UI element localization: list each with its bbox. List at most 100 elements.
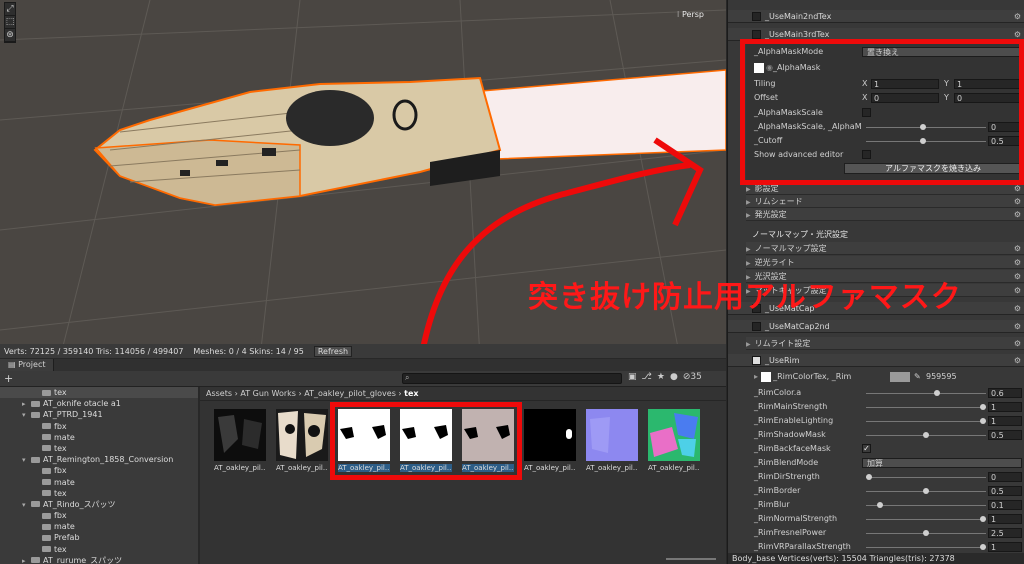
slider-knob[interactable] xyxy=(980,404,986,410)
rim-property-slider[interactable] xyxy=(866,407,986,408)
folder-tree[interactable]: tex ▸ AT_oknife otacle a1 ▾ AT_PTRD_1941 fbx m… xyxy=(0,387,198,564)
label-filter-icon[interactable]: ⎇ xyxy=(642,372,652,382)
tree-item[interactable]: tex xyxy=(0,387,198,399)
rect-tool-icon[interactable]: ⬚ xyxy=(5,16,15,29)
tree-item[interactable]: tex xyxy=(0,488,198,499)
tree-item[interactable]: ▸ AT_oknife otacle a1 xyxy=(0,398,198,409)
rim-property-value[interactable]: 0.6 xyxy=(988,388,1022,398)
tree-item[interactable]: mate xyxy=(0,477,198,488)
favorite-icon[interactable]: ★ xyxy=(657,372,665,382)
eyedropper-icon[interactable]: ✎ xyxy=(914,370,921,384)
slider-knob[interactable] xyxy=(980,544,986,550)
texture-thumbnail[interactable]: AT_oakley_pil... xyxy=(524,409,576,472)
rim-property-value[interactable]: 0 xyxy=(988,472,1022,482)
texture-thumbnail[interactable]: AT_oakley_pil... xyxy=(276,409,328,472)
breadcrumb-gunworks[interactable]: AT Gun Works xyxy=(240,389,296,398)
checkbox[interactable] xyxy=(752,12,761,21)
checkbox[interactable] xyxy=(752,30,761,39)
fold-rimshade[interactable]: リムシェード ⚙ xyxy=(746,195,1024,208)
rim-property-slider[interactable] xyxy=(866,477,986,478)
rim-property-slider[interactable] xyxy=(866,519,986,520)
move-tool-icon[interactable]: ⤢ xyxy=(5,3,15,16)
breadcrumb-tex[interactable]: tex xyxy=(404,389,418,398)
breadcrumb-gloves[interactable]: AT_oakley_pilot_gloves xyxy=(304,389,396,398)
search-input[interactable] xyxy=(402,373,622,384)
tree-item[interactable]: fbx xyxy=(0,421,198,432)
texture-thumbnail[interactable]: AT_oakley_pil... xyxy=(586,409,638,472)
fold-emission[interactable]: 発光設定 ⚙ xyxy=(746,208,1024,221)
fold-normalmap[interactable]: ノーマルマップ設定 ⚙ xyxy=(746,242,1024,255)
gear-icon[interactable]: ⚙ xyxy=(1014,354,1021,367)
rim-property-value[interactable]: 1 xyxy=(988,514,1022,524)
rim-property-value[interactable]: 2.5 xyxy=(988,528,1022,538)
persp-label[interactable]: ⁝ Persp xyxy=(677,10,704,19)
slider-knob[interactable] xyxy=(980,516,986,522)
rim-property-slider[interactable] xyxy=(866,393,986,394)
rim-property-value[interactable]: 0.5 xyxy=(988,486,1022,496)
refresh-button[interactable]: Refresh xyxy=(313,345,353,357)
expand-arrow-icon[interactable]: ▾ xyxy=(22,410,31,421)
slider-knob[interactable] xyxy=(980,418,986,424)
expand-arrow-icon[interactable]: ▾ xyxy=(22,455,31,466)
slider-knob[interactable] xyxy=(877,502,884,508)
header-usemain2ndtex[interactable]: _UseMain2ndTex ⚙ xyxy=(728,10,1024,23)
fold-backlight[interactable]: 逆光ライト ⚙ xyxy=(746,256,1024,269)
checkbox-checked[interactable] xyxy=(752,356,761,365)
tree-item[interactable]: tex xyxy=(0,544,198,555)
rim-property-checkbox[interactable]: ✓ xyxy=(862,444,871,453)
rim-property-slider[interactable] xyxy=(866,547,986,548)
gear-icon[interactable]: ⚙ xyxy=(1014,208,1021,221)
rim-property-value[interactable]: 1 xyxy=(988,402,1022,412)
rim-property-dropdown[interactable]: 加算 xyxy=(862,458,1022,468)
rim-property-value[interactable]: 0.1 xyxy=(988,500,1022,510)
tree-item[interactable]: ▾ AT_Remington_1858_Conversion xyxy=(0,454,198,465)
tree-item[interactable]: Prefab xyxy=(0,532,198,543)
slider-knob[interactable] xyxy=(923,530,929,536)
expand-arrow-icon[interactable]: ▾ xyxy=(22,500,31,511)
thumbnail-size-slider[interactable] xyxy=(666,558,716,560)
transform-tool-icon[interactable]: ⊛ xyxy=(5,29,15,42)
color-swatch[interactable] xyxy=(890,372,910,382)
expand-arrow-icon[interactable]: ▸ xyxy=(22,556,31,564)
texture-thumbnail[interactable]: AT_oakley_pil... xyxy=(214,409,266,472)
tree-item[interactable]: mate xyxy=(0,432,198,443)
tree-item[interactable]: ▸ AT_rurume_スパッツ xyxy=(0,555,198,564)
gear-icon[interactable]: ⚙ xyxy=(1014,195,1021,208)
rim-property-value[interactable]: 0.5 xyxy=(988,430,1022,440)
tree-item[interactable]: mate xyxy=(0,521,198,532)
slider-knob[interactable] xyxy=(934,390,941,396)
checkbox[interactable] xyxy=(752,322,761,331)
rim-property-slider[interactable] xyxy=(866,421,986,422)
info-icon[interactable]: ● xyxy=(670,372,678,382)
tree-item[interactable]: ▾ AT_Rindo_スパッツ xyxy=(0,499,198,510)
gear-icon[interactable]: ⚙ xyxy=(1014,302,1021,315)
slider-knob[interactable] xyxy=(923,488,929,494)
header-usematcap2nd[interactable]: _UseMatCap2nd ⚙ xyxy=(728,320,1024,333)
tab-project[interactable]: ▤ Project xyxy=(0,359,55,371)
gear-icon[interactable]: ⚙ xyxy=(1014,10,1021,23)
breadcrumb-assets[interactable]: Assets xyxy=(206,389,232,398)
slider-knob[interactable] xyxy=(923,432,929,438)
hidden-count-icon[interactable]: ⊘35 xyxy=(683,372,702,382)
rim-property-value[interactable]: 1 xyxy=(988,416,1022,426)
tree-item[interactable]: tex xyxy=(0,443,198,454)
tree-item[interactable]: fbx xyxy=(0,465,198,476)
rim-property-slider[interactable] xyxy=(866,505,986,506)
texture-slot-icon[interactable] xyxy=(760,371,771,382)
tree-item[interactable]: fbx xyxy=(0,510,198,521)
gear-icon[interactable]: ⚙ xyxy=(1014,270,1021,283)
tree-item[interactable]: ▾ AT_PTRD_1941 xyxy=(0,409,198,420)
rimcolor-hex[interactable]: 959595 xyxy=(926,370,957,384)
slider-knob[interactable] xyxy=(866,474,872,480)
type-filter-icon[interactable]: ▣ xyxy=(628,372,637,382)
gear-icon[interactable]: ⚙ xyxy=(1014,320,1021,333)
rim-property-value[interactable]: 1 xyxy=(988,542,1022,552)
gear-icon[interactable]: ⚙ xyxy=(1014,242,1021,255)
texture-thumbnail[interactable]: AT_oakley_pil... xyxy=(648,409,700,472)
gear-icon[interactable]: ⚙ xyxy=(1014,256,1021,269)
create-button[interactable]: + xyxy=(4,372,13,385)
gear-icon[interactable]: ⚙ xyxy=(1014,284,1021,297)
gear-icon[interactable]: ⚙ xyxy=(1014,337,1021,350)
header-userim[interactable]: _UseRim ⚙ xyxy=(728,354,1024,367)
fold-rimlight[interactable]: リムライト設定 ⚙ xyxy=(746,337,1024,350)
